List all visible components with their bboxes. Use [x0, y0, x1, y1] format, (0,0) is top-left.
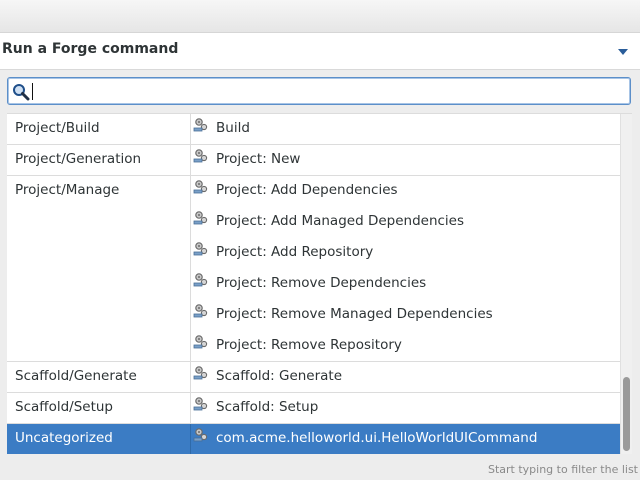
- command-label: Project: Add Repository: [216, 244, 374, 260]
- forge-command-icon: [193, 272, 209, 288]
- forge-command-icon: [193, 396, 209, 412]
- command-item[interactable]: Project: Add Repository: [192, 238, 620, 269]
- command-label: Project: New: [216, 151, 301, 167]
- command-label: Project: Remove Dependencies: [216, 275, 427, 291]
- command-label: com.acme.helloworld.ui.HelloWorldUIComma…: [216, 430, 538, 446]
- command-label: Project: Remove Managed Dependencies: [216, 306, 493, 322]
- forge-command-icon: [193, 210, 209, 226]
- command-item[interactable]: Project: Add Dependencies: [192, 176, 620, 207]
- forge-command-icon: [193, 148, 209, 164]
- command-item[interactable]: Project: New: [192, 145, 620, 176]
- forge-command-icon: [193, 334, 209, 350]
- category-label: Project/Manage: [7, 176, 191, 361]
- command-label: Build: [216, 120, 250, 136]
- dropdown-arrow-icon[interactable]: [618, 49, 628, 55]
- command-group: Project/Manage Project: Add Dependencies P…: [7, 176, 632, 362]
- vertical-scrollbar[interactable]: [620, 114, 632, 454]
- command-group: Scaffold/Generate Scaffold: Generate: [7, 362, 632, 393]
- command-item[interactable]: Scaffold: Setup: [192, 393, 620, 424]
- command-item[interactable]: Scaffold: Generate: [192, 362, 620, 393]
- command-group: Scaffold/Setup Scaffold: Setup: [7, 393, 632, 424]
- forge-command-icon: [193, 427, 209, 443]
- command-item[interactable]: Build: [192, 114, 620, 145]
- window-titlebar: [0, 0, 640, 33]
- command-item[interactable]: Project: Remove Repository: [192, 331, 620, 362]
- text-caret: [32, 83, 33, 100]
- dialog-title: Run a Forge command: [2, 41, 179, 57]
- command-group: Uncategorized com.acme.helloworld.ui.Hell…: [7, 424, 632, 454]
- command-label: Scaffold: Setup: [216, 399, 319, 415]
- scrollbar-thumb[interactable]: [623, 377, 630, 451]
- forge-command-icon: [193, 179, 209, 195]
- filter-hint: Start typing to filter the list: [487, 463, 638, 476]
- command-item[interactable]: Project: Add Managed Dependencies: [192, 207, 620, 238]
- forge-command-icon: [193, 365, 209, 381]
- command-label: Scaffold: Generate: [216, 368, 343, 384]
- command-label: Project: Remove Repository: [216, 337, 402, 353]
- command-item[interactable]: com.acme.helloworld.ui.HelloWorldUIComma…: [192, 424, 620, 454]
- search-icon: [13, 84, 30, 101]
- forge-command-icon: [193, 117, 209, 133]
- forge-command-icon: [193, 241, 209, 257]
- category-label: Project/Generation: [7, 145, 191, 175]
- dialog-header: Run a Forge command: [0, 33, 640, 70]
- category-label: Project/Build: [7, 114, 191, 144]
- category-label: Uncategorized: [7, 424, 191, 454]
- filter-field[interactable]: [7, 77, 631, 105]
- category-label: Scaffold/Setup: [7, 393, 191, 423]
- command-list[interactable]: Project/Build Build Project/Generation Proj…: [7, 113, 632, 454]
- command-group: Project/Generation Project: New: [7, 145, 632, 176]
- forge-command-icon: [193, 303, 209, 319]
- command-group: Project/Build Build: [7, 114, 632, 145]
- filter-input[interactable]: [32, 81, 622, 101]
- category-label: Scaffold/Generate: [7, 362, 191, 392]
- command-label: Project: Add Managed Dependencies: [216, 213, 465, 229]
- command-item[interactable]: Project: Remove Dependencies: [192, 269, 620, 300]
- command-label: Project: Add Dependencies: [216, 182, 398, 198]
- command-item[interactable]: Project: Remove Managed Dependencies: [192, 300, 620, 331]
